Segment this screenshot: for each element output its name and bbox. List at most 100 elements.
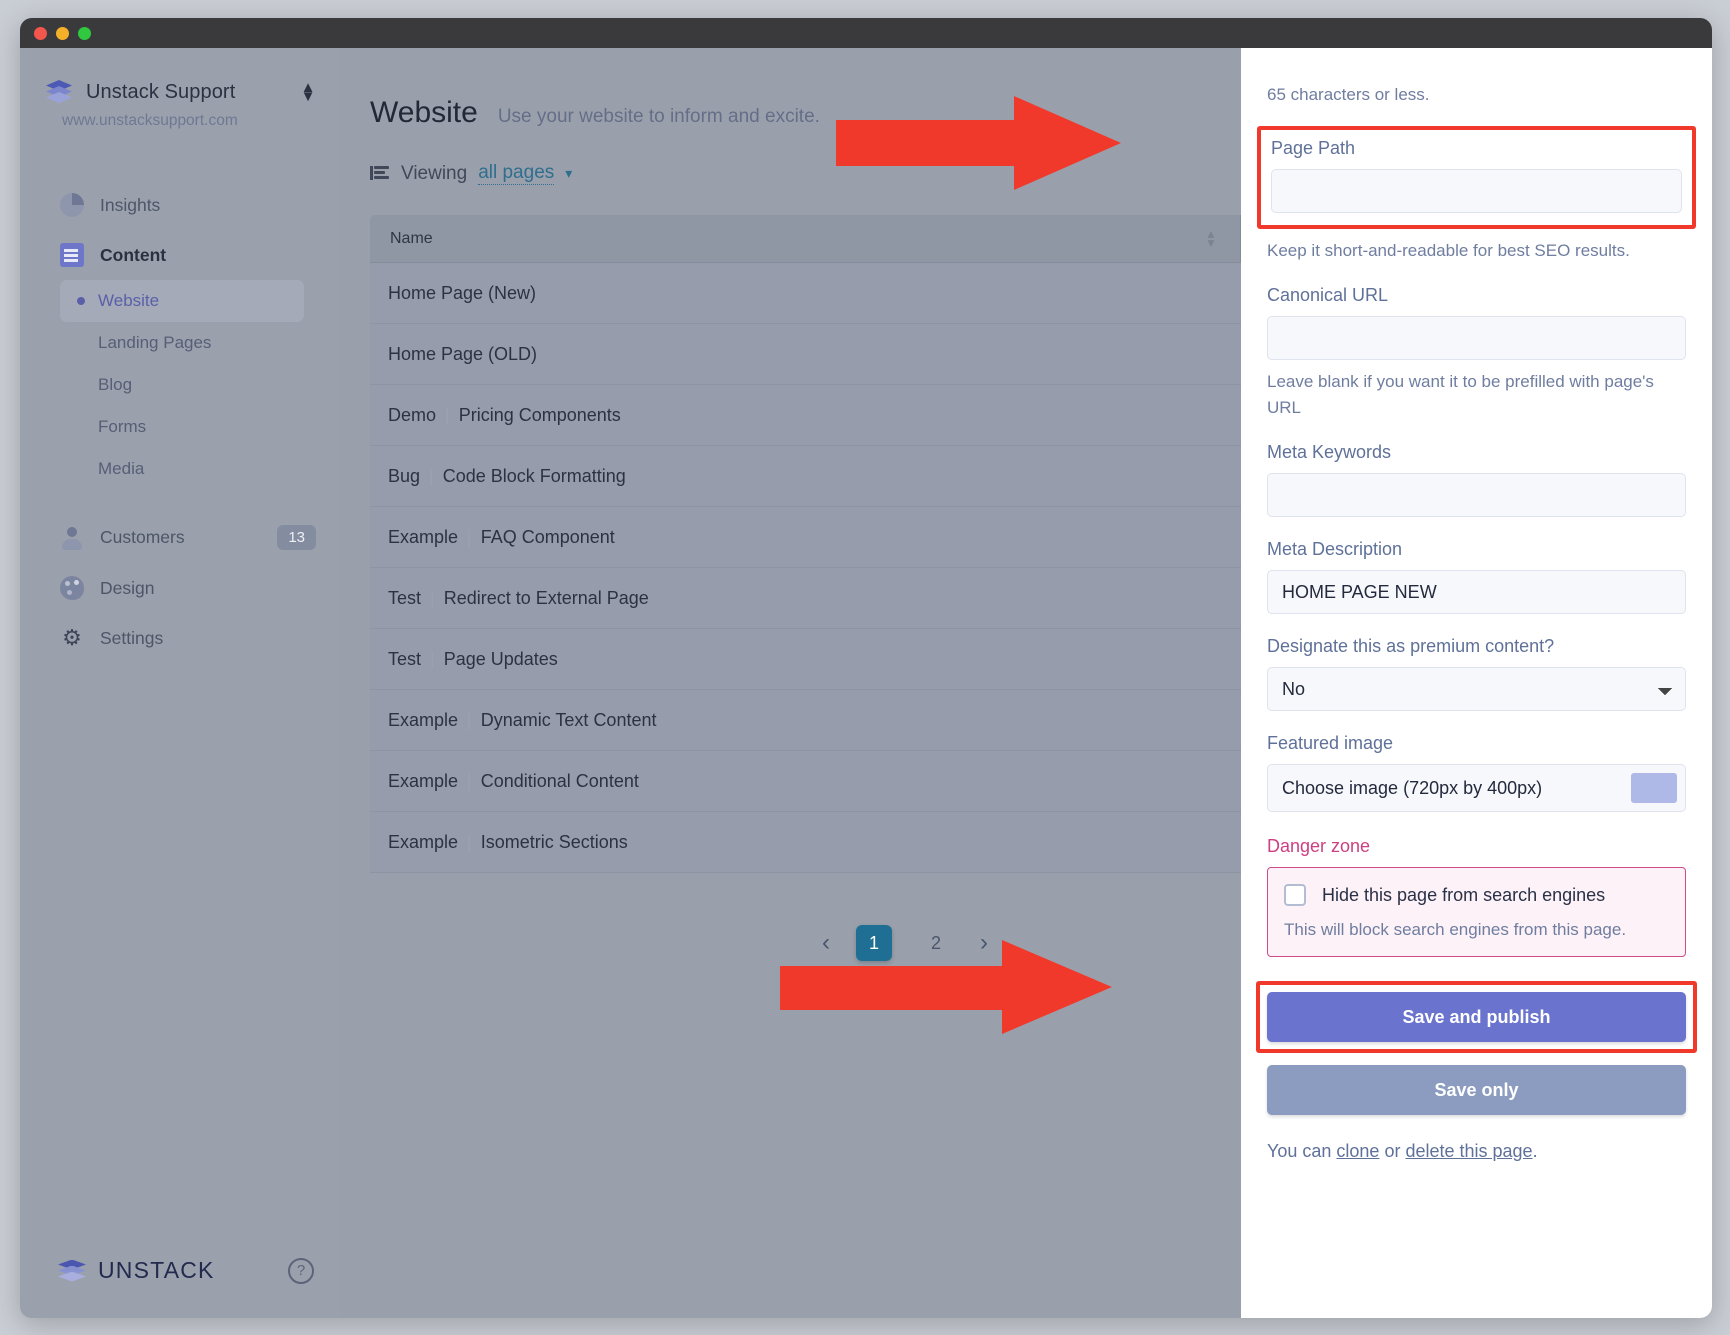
hide-from-search-checkbox[interactable] xyxy=(1284,884,1306,906)
window-titlebar xyxy=(20,18,1712,48)
meta-keywords-label: Meta Keywords xyxy=(1267,442,1686,463)
meta-description-label: Meta Description xyxy=(1267,539,1686,560)
content-icon xyxy=(60,243,84,267)
workspace-name: Unstack Support xyxy=(86,81,286,104)
page-subtitle: Use your website to inform and excite. xyxy=(498,106,820,128)
unstack-layers-icon xyxy=(46,80,72,104)
person-icon xyxy=(60,526,84,550)
featured-image-group: Featured image Choose image (720px by 40… xyxy=(1267,733,1686,812)
premium-content-group: Designate this as premium content? NoYes xyxy=(1267,636,1686,711)
close-window-button[interactable] xyxy=(34,27,47,40)
cell-page-name: Test | Redirect to External Page xyxy=(370,588,1240,609)
cell-page-name: Example | Isometric Sections xyxy=(370,832,1240,853)
screenshot-root: Unstack Support ▲▼ www.unstacksupport.co… xyxy=(0,0,1730,1335)
cell-page-name: Home Page (OLD) xyxy=(370,344,1240,365)
meta-keywords-group: Meta Keywords xyxy=(1267,442,1686,517)
hide-from-search-note: This will block search engines from this… xyxy=(1284,920,1669,940)
sort-icon[interactable]: ▲▼ xyxy=(1204,230,1218,248)
minimize-window-button[interactable] xyxy=(56,27,69,40)
sidebar-item-content[interactable]: Content xyxy=(20,230,340,280)
sidebar-item-label: Content xyxy=(100,245,166,266)
sidebar-item-label: Design xyxy=(100,578,154,599)
gear-icon: ⚙ xyxy=(60,626,84,650)
danger-zone-box: Hide this page from search engines This … xyxy=(1267,867,1686,957)
page-path-input[interactable] xyxy=(1271,169,1682,213)
sidebar-nav: Insights Content Website Landing Pages B… xyxy=(20,158,340,663)
premium-content-label: Designate this as premium content? xyxy=(1267,636,1686,657)
cell-page-name: Example | Dynamic Text Content xyxy=(370,710,1240,731)
sidebar-subitem-label: Blog xyxy=(98,375,132,394)
sidebar-item-forms[interactable]: Forms xyxy=(20,406,340,448)
sidebar-item-blog[interactable]: Blog xyxy=(20,364,340,406)
meta-description-input[interactable] xyxy=(1267,570,1686,614)
sidebar-item-media[interactable]: Media xyxy=(20,448,340,490)
canonical-url-help: Leave blank if you want it to be prefill… xyxy=(1267,369,1686,420)
seo-settings-panel: 65 characters or less. Page Path Keep it… xyxy=(1241,48,1712,1318)
sidebar-subitem-label: Landing Pages xyxy=(98,333,211,352)
arrow-to-save-and-publish xyxy=(780,930,1120,1045)
viewing-select[interactable]: all pages xyxy=(478,162,554,185)
maximize-window-button[interactable] xyxy=(78,27,91,40)
palette-icon xyxy=(60,576,84,600)
customers-count-badge: 13 xyxy=(277,525,316,550)
clone-prefix-text: You can xyxy=(1267,1141,1336,1161)
cell-page-name: Demo | Pricing Components xyxy=(370,405,1240,426)
app-window: Unstack Support ▲▼ www.unstacksupport.co… xyxy=(20,18,1712,1318)
insights-icon xyxy=(60,193,84,217)
sidebar-item-design[interactable]: Design xyxy=(20,563,340,613)
viewing-label: Viewing xyxy=(401,163,467,185)
filter-icon xyxy=(370,165,390,182)
sidebar-item-label: Settings xyxy=(100,628,163,649)
sidebar-item-label: Insights xyxy=(100,195,160,216)
featured-image-label: Featured image xyxy=(1267,733,1686,754)
sidebar-item-settings[interactable]: ⚙ Settings xyxy=(20,613,340,663)
arrow-to-page-path xyxy=(836,88,1126,198)
save-and-publish-highlight: Save and publish xyxy=(1256,981,1697,1053)
unstack-logo-icon xyxy=(58,1260,86,1282)
sidebar-item-customers[interactable]: Customers 13 xyxy=(20,512,340,563)
premium-content-select[interactable]: NoYes xyxy=(1267,667,1686,711)
workspace-url: www.unstacksupport.com xyxy=(20,104,340,130)
meta-keywords-input[interactable] xyxy=(1267,473,1686,517)
page-path-highlight: Page Path xyxy=(1257,126,1696,229)
cell-page-name: Bug | Code Block Formatting xyxy=(370,466,1240,487)
sidebar-subitem-label: Media xyxy=(98,459,144,478)
app-body: Unstack Support ▲▼ www.unstacksupport.co… xyxy=(20,48,1712,1318)
canonical-url-group: Canonical URL Leave blank if you want it… xyxy=(1267,285,1686,420)
page-title: Website xyxy=(370,96,478,130)
choose-image-label: Choose image (720px by 400px) xyxy=(1282,778,1542,799)
canonical-url-label: Canonical URL xyxy=(1267,285,1686,306)
clone-mid-text: or xyxy=(1379,1141,1405,1161)
sidebar: Unstack Support ▲▼ www.unstacksupport.co… xyxy=(20,48,340,1318)
help-icon[interactable]: ? xyxy=(288,1258,314,1284)
title-char-hint: 65 characters or less. xyxy=(1267,82,1686,108)
sidebar-item-landing-pages[interactable]: Landing Pages xyxy=(20,322,340,364)
canonical-url-input[interactable] xyxy=(1267,316,1686,360)
unstack-wordmark: UNSTACK xyxy=(98,1257,215,1284)
sidebar-item-label: Customers xyxy=(100,527,185,548)
sidebar-item-insights[interactable]: Insights xyxy=(20,180,340,230)
cell-page-name: Example | Conditional Content xyxy=(370,771,1240,792)
sidebar-subitem-label: Forms xyxy=(98,417,146,436)
save-and-publish-button[interactable]: Save and publish xyxy=(1267,992,1686,1042)
sidebar-item-website[interactable]: Website xyxy=(60,280,304,322)
cell-page-name: Home Page (New) xyxy=(370,283,1240,304)
delete-page-link[interactable]: delete this page xyxy=(1405,1141,1532,1161)
cell-page-name: Test | Page Updates xyxy=(370,649,1240,670)
clone-suffix-text: . xyxy=(1533,1141,1538,1161)
hide-from-search-label: Hide this page from search engines xyxy=(1322,885,1605,906)
sidebar-subitem-label: Website xyxy=(98,291,159,310)
clone-link[interactable]: clone xyxy=(1336,1141,1379,1161)
page-path-label: Page Path xyxy=(1271,138,1682,159)
sidebar-footer: UNSTACK ? xyxy=(20,1257,340,1318)
meta-description-group: Meta Description xyxy=(1267,539,1686,614)
danger-zone-title: Danger zone xyxy=(1267,836,1686,857)
save-only-button[interactable]: Save only xyxy=(1267,1065,1686,1115)
choose-image-button[interactable]: Choose image (720px by 400px) xyxy=(1267,764,1686,812)
chevron-updown-icon[interactable]: ▲▼ xyxy=(300,83,316,101)
workspace-switcher[interactable]: Unstack Support ▲▼ xyxy=(20,70,340,104)
cell-page-name: Example | FAQ Component xyxy=(370,527,1240,548)
column-header-name[interactable]: Name xyxy=(370,230,1204,248)
image-swatch[interactable] xyxy=(1631,773,1677,803)
chevron-down-icon[interactable]: ▾ xyxy=(565,165,572,182)
